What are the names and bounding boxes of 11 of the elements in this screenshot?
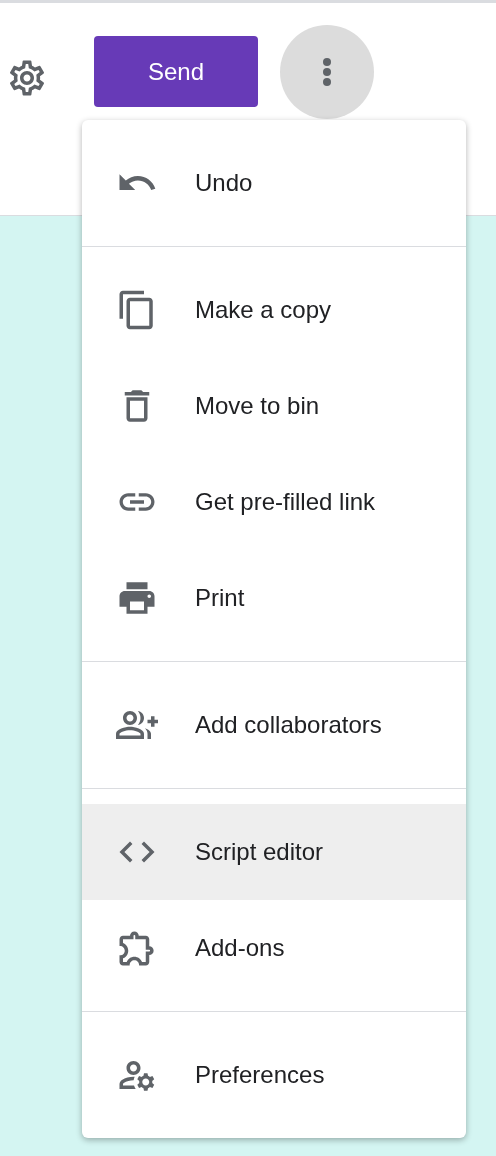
more-icon [323, 58, 331, 86]
menu-item[interactable]: Make a copy [82, 262, 466, 358]
send-button[interactable]: Send [94, 36, 258, 107]
menu-item[interactable]: Undo [82, 135, 466, 231]
menu-item[interactable]: Print [82, 550, 466, 646]
menu-item[interactable]: Get pre-filled link [82, 454, 466, 550]
menu-item[interactable]: Add collaborators [82, 677, 466, 773]
menu-item[interactable]: Add-ons [82, 900, 466, 996]
menu-item[interactable]: Script editor [82, 804, 466, 900]
menu-item[interactable]: Move to bin [82, 358, 466, 454]
menu-item[interactable]: Preferences [82, 1027, 466, 1123]
